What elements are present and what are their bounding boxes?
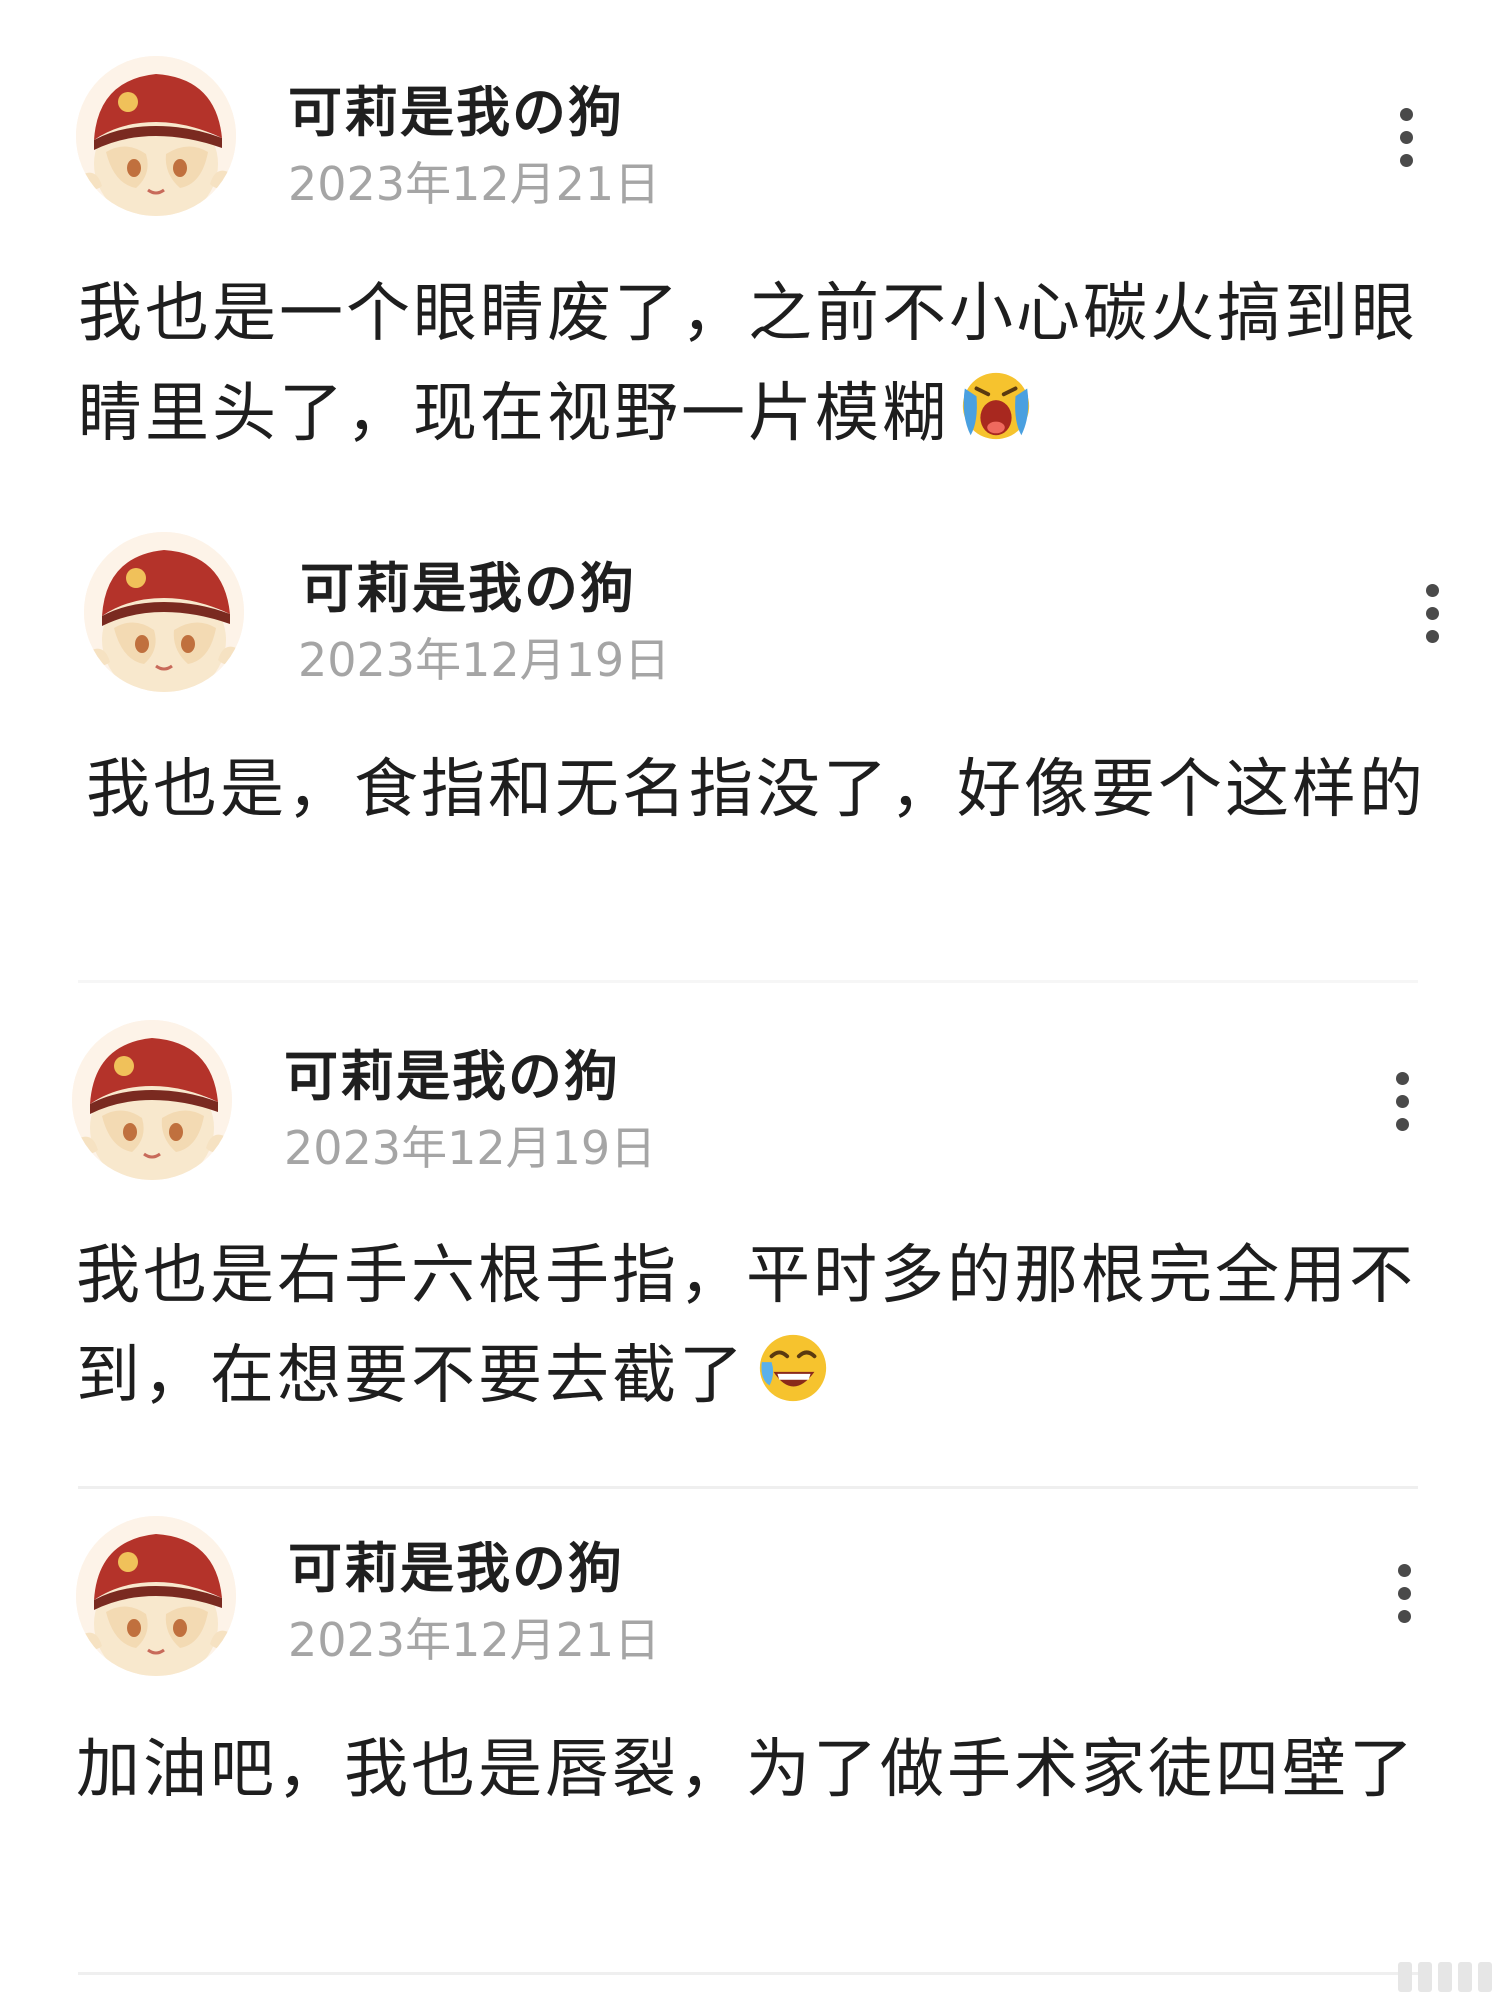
username[interactable]: 可莉是我の狗	[300, 544, 636, 623]
comment-text-content: 加油吧，我也是唇裂，为了做手术家徒四壁了	[76, 1733, 1416, 1807]
avatar[interactable]	[76, 1516, 236, 1676]
more-options-icon-dot	[1396, 1095, 1409, 1108]
comment-text: 我也是一个眼睛废了，之前不小心碳火搞到眼睛里头了，现在视野一片模糊	[78, 264, 1448, 464]
avatar[interactable]	[84, 532, 244, 692]
watermark	[1398, 1962, 1492, 1992]
comment-date: 2023年12月21日	[288, 157, 661, 211]
comment-text-content: 我也是，食指和无名指没了，好像要个这样的	[86, 753, 1426, 827]
username[interactable]: 可莉是我の狗	[288, 1524, 624, 1603]
more-options-button[interactable]	[1414, 574, 1454, 654]
comment-text: 我也是右手六根手指，平时多的那根完全用不到，在想要不要去截了	[76, 1226, 1446, 1426]
avatar[interactable]	[76, 56, 236, 216]
username[interactable]: 可莉是我の狗	[288, 68, 624, 147]
more-options-icon	[1396, 1072, 1409, 1085]
more-options-icon	[1398, 1564, 1411, 1577]
comment-date: 2023年12月21日	[288, 1613, 661, 1667]
more-options-button[interactable]	[1388, 98, 1428, 178]
comment-text-content: 我也是一个眼睛废了，之前不小心碳火搞到眼睛里头了，现在视野一片模糊	[78, 277, 1418, 451]
username[interactable]: 可莉是我の狗	[284, 1032, 620, 1111]
more-options-icon-dot	[1398, 1610, 1411, 1623]
more-options-icon	[1426, 584, 1439, 597]
more-options-button[interactable]	[1386, 1554, 1426, 1634]
more-options-icon-dot	[1426, 607, 1439, 620]
comment-text: 加油吧，我也是唇裂，为了做手术家徒四壁了	[76, 1720, 1446, 1820]
divider	[78, 1972, 1418, 1975]
comment-feed: 可莉是我の狗 2023年12月21日 我也是一个眼睛废了，之前不小心碳火搞到眼睛…	[0, 0, 1500, 2000]
more-options-icon-dot	[1396, 1118, 1409, 1131]
more-options-icon	[1400, 108, 1413, 121]
divider	[78, 1486, 1418, 1489]
more-options-icon-dot	[1400, 131, 1413, 144]
more-options-icon-dot	[1426, 630, 1439, 643]
comment-date: 2023年12月19日	[298, 633, 671, 687]
comment-text: 我也是，食指和无名指没了，好像要个这样的	[86, 740, 1456, 840]
more-options-icon-dot	[1398, 1587, 1411, 1600]
divider	[78, 980, 1418, 983]
crying-face-icon	[962, 372, 1030, 440]
laughing-face-icon	[759, 1334, 827, 1402]
more-options-icon-dot	[1400, 154, 1413, 167]
comment-date: 2023年12月19日	[284, 1121, 657, 1175]
comment-text-content: 我也是右手六根手指，平时多的那根完全用不到，在想要不要去截了	[76, 1239, 1416, 1413]
avatar[interactable]	[72, 1020, 232, 1180]
more-options-button[interactable]	[1384, 1062, 1424, 1142]
